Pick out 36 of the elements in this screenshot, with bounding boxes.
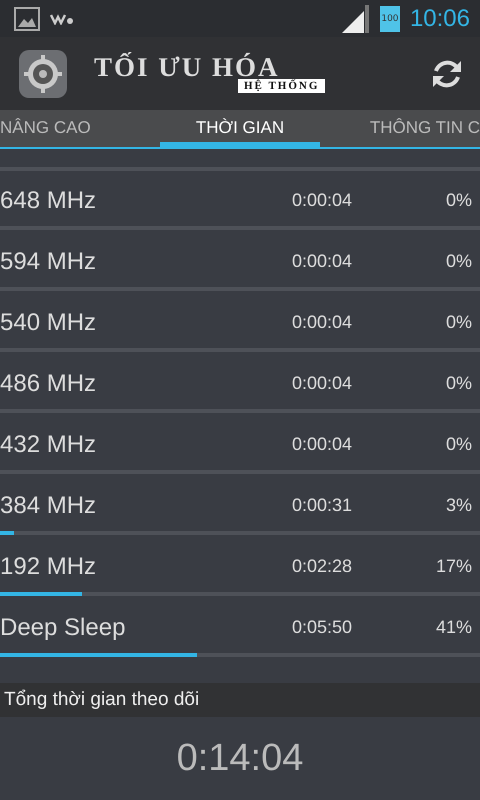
total-time: 0:14:04 <box>176 737 304 780</box>
signal-icon <box>342 4 370 32</box>
percent-value: 0% <box>444 434 472 455</box>
clock: 10:06 <box>410 4 470 32</box>
frequency-label: 648 MHz <box>0 186 98 214</box>
percent-value: 0% <box>444 190 472 211</box>
percent-value: 0% <box>444 251 472 272</box>
total-label: Tổng thời gian theo dõi <box>4 689 200 711</box>
percent-value: 0% <box>444 373 472 394</box>
tab[interactable]: THÔNG TIN C <box>320 110 480 147</box>
time-value: 0:05:50 <box>292 617 354 638</box>
app-title: TỐI ƯU HÓA <box>94 54 280 81</box>
tab[interactable]: THỜI GIAN <box>160 110 320 147</box>
percent-value: 17% <box>434 556 472 577</box>
time-value: 0:00:04 <box>292 312 354 333</box>
frequency-label: 192 MHz <box>0 552 98 580</box>
percent-value: 3% <box>444 495 472 516</box>
frequency-label: 432 MHz <box>0 430 98 458</box>
tab[interactable]: NÂNG CAO <box>0 110 160 147</box>
time-value: 0:02:28 <box>292 556 354 577</box>
music-player-icon <box>50 12 74 24</box>
time-value: 0:00:04 <box>292 373 354 394</box>
time-value: 0:00:31 <box>292 495 354 516</box>
picture-icon <box>14 6 40 30</box>
frequency-label: 540 MHz <box>0 308 98 336</box>
frequency-label: 486 MHz <box>0 370 98 398</box>
time-value: 0:00:04 <box>292 251 354 272</box>
frequency-label: 594 MHz <box>0 248 98 276</box>
battery-level: 100 <box>381 14 399 24</box>
time-value: 0:00:04 <box>292 190 354 211</box>
frequency-label: 384 MHz <box>0 492 98 520</box>
app-subtitle: HỆ THỐNG <box>238 79 326 93</box>
percent-value: 0% <box>444 312 472 333</box>
percent-value: 41% <box>434 617 472 638</box>
time-value: 0:00:04 <box>292 434 354 455</box>
frequency-label: Deep Sleep <box>0 614 126 642</box>
